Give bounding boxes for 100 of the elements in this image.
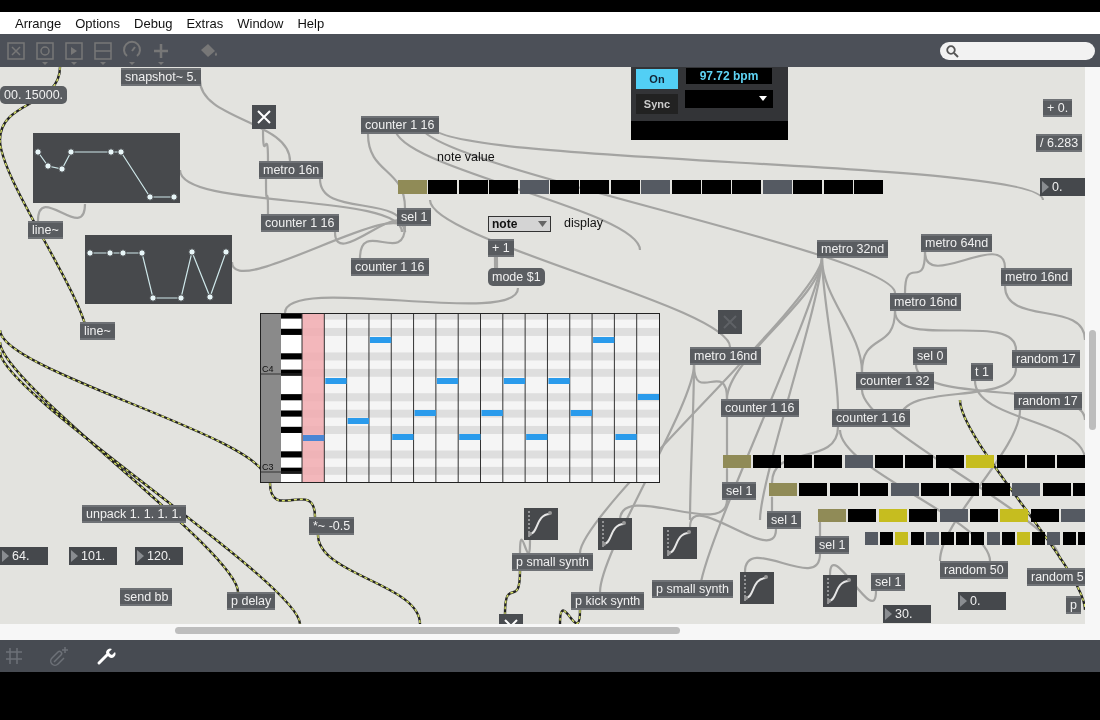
step-cell[interactable]	[732, 180, 762, 194]
object-box[interactable]: + 1	[488, 239, 514, 257]
number-box[interactable]: 64.	[0, 547, 48, 565]
step-cell[interactable]	[610, 180, 640, 194]
number-box[interactable]: 0.	[1040, 178, 1085, 196]
object-box[interactable]: counter 1 16	[361, 116, 439, 134]
step-cell[interactable]	[1062, 532, 1076, 545]
curve-icon[interactable]	[823, 575, 857, 607]
step-cell[interactable]	[956, 532, 970, 545]
piano-roll-grid[interactable]	[260, 313, 660, 483]
object-box[interactable]: sel 1	[871, 573, 906, 591]
step-cell[interactable]	[971, 532, 985, 545]
step-cell[interactable]	[799, 483, 828, 496]
step-cell[interactable]	[966, 455, 995, 468]
step-cell[interactable]	[939, 509, 968, 522]
object-box[interactable]: counter 1 16	[832, 409, 910, 427]
object-box[interactable]: metro 32nd	[817, 240, 889, 258]
menu-item[interactable]: Options	[68, 15, 128, 31]
step-cell[interactable]	[925, 532, 939, 545]
number-box[interactable]: 101.	[69, 547, 117, 565]
object-box[interactable]: p	[1066, 596, 1081, 614]
step-cell[interactable]	[878, 509, 907, 522]
menu-item[interactable]: Window	[230, 15, 291, 31]
search-field[interactable]	[940, 42, 1095, 60]
object-box[interactable]: random 17	[1012, 350, 1080, 368]
step-cell[interactable]	[1017, 532, 1030, 545]
number-box[interactable]: 120.	[135, 547, 183, 565]
object-box[interactable]: counter 1 16	[261, 214, 339, 232]
step-cell[interactable]	[1047, 532, 1061, 545]
object-box[interactable]: metro 16nd	[890, 293, 962, 311]
vertical-scrollbar[interactable]	[1085, 67, 1100, 624]
step-cell[interactable]	[986, 532, 1000, 545]
step-cell[interactable]	[951, 483, 980, 496]
object-box[interactable]: metro 64nd	[921, 234, 993, 252]
step-cell[interactable]	[814, 455, 843, 468]
object-box[interactable]: metro 16nd	[690, 347, 762, 365]
object-box[interactable]: p small synth	[652, 580, 733, 598]
object-box[interactable]: p delay	[227, 592, 276, 610]
object-box[interactable]: counter 1 32	[856, 372, 934, 390]
step-cell[interactable]	[723, 455, 751, 468]
message-box[interactable]: 00. 15000.	[0, 86, 68, 104]
step-cell[interactable]	[1027, 455, 1055, 468]
paperclip-icon[interactable]	[50, 646, 70, 666]
menu-item[interactable]: Extras	[179, 15, 231, 31]
curve-icon[interactable]	[663, 527, 697, 559]
menu-item[interactable]: Help	[290, 15, 332, 31]
step-cell[interactable]	[910, 532, 924, 545]
step-cell[interactable]	[1061, 509, 1085, 522]
object-box[interactable]: line~	[80, 322, 115, 340]
object-box[interactable]: p kick synth	[571, 592, 645, 610]
step-cell[interactable]	[848, 509, 877, 522]
note-dropdown[interactable]: note	[488, 216, 551, 232]
object-box[interactable]: random 50	[940, 561, 1008, 579]
object-box[interactable]: random 5	[1027, 568, 1085, 586]
step-cell[interactable]	[580, 180, 610, 194]
step-cell[interactable]	[641, 180, 671, 194]
step-cell[interactable]	[458, 180, 488, 194]
object-box[interactable]: sel 1	[722, 482, 757, 500]
object-box[interactable]: + 0.	[1043, 99, 1073, 117]
object-box[interactable]: sel 1	[397, 208, 432, 226]
step-cell[interactable]	[550, 180, 579, 194]
step-cell[interactable]	[1057, 455, 1085, 468]
tempo-display[interactable]: 97.72 bpm	[686, 68, 772, 84]
object-box[interactable]: line~	[28, 221, 63, 239]
step-cell[interactable]	[890, 483, 919, 496]
curve-icon[interactable]	[740, 572, 774, 604]
curve-icon[interactable]	[598, 518, 632, 550]
step-cell[interactable]	[398, 180, 427, 194]
step-cell[interactable]	[753, 455, 782, 468]
step-cell[interactable]	[671, 180, 701, 194]
menu-item[interactable]: Debug	[127, 15, 180, 31]
number-box[interactable]: 30.	[883, 605, 931, 623]
step-cell[interactable]	[519, 180, 549, 194]
menu-item[interactable]: Arrange	[8, 15, 69, 31]
step-cell[interactable]	[823, 180, 853, 194]
step-cell[interactable]	[935, 455, 964, 468]
object-box[interactable]: unpack 1. 1. 1. 1.	[82, 505, 186, 523]
step-cell[interactable]	[1030, 509, 1059, 522]
step-cell[interactable]	[1032, 532, 1046, 545]
object-box[interactable]: random 17	[1014, 392, 1082, 410]
step-cell[interactable]	[909, 509, 938, 522]
wrench-icon[interactable]	[96, 646, 116, 666]
object-box[interactable]: sel 1	[767, 511, 802, 529]
step-cell[interactable]	[428, 180, 458, 194]
curve-icon[interactable]	[524, 508, 558, 540]
object-box[interactable]: sel 1	[815, 536, 850, 554]
step-cell[interactable]	[762, 180, 792, 194]
object-box[interactable]: / 6.283	[1036, 134, 1083, 152]
step-cell[interactable]	[829, 483, 858, 496]
step-cell[interactable]	[1000, 509, 1029, 522]
step-cell[interactable]	[702, 180, 731, 194]
object-box[interactable]: counter 1 16	[721, 399, 799, 417]
step-cell[interactable]	[905, 455, 934, 468]
step-cell[interactable]	[880, 532, 894, 545]
step-cell[interactable]	[970, 509, 998, 522]
step-cell[interactable]	[941, 532, 954, 545]
step-cell[interactable]	[1001, 532, 1015, 545]
object-box[interactable]: send bb	[120, 588, 173, 606]
object-box[interactable]: metro 16nd	[1001, 268, 1073, 286]
object-box[interactable]: p small synth	[512, 553, 593, 571]
